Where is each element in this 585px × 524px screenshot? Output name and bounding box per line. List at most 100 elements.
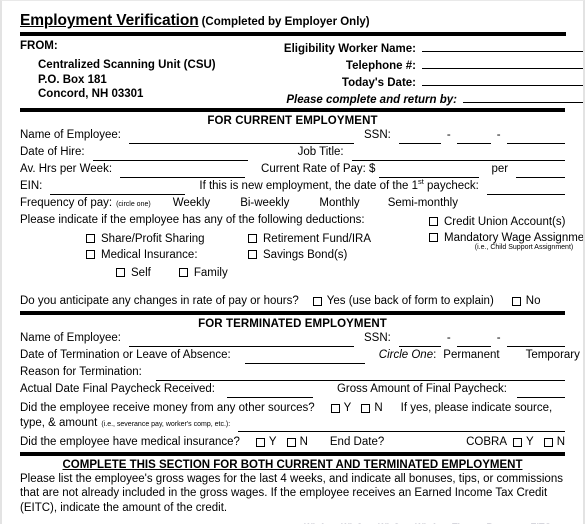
terminated-ssn-part1-input[interactable]	[398, 334, 441, 347]
from-address: Centralized Scanning Unit (CSU) P.O. Box…	[38, 58, 216, 102]
terminated-ssn-part3-input[interactable]	[506, 334, 565, 347]
telephone-label: Telephone #:	[345, 59, 416, 72]
other-sources-yes-label: Y	[343, 402, 352, 415]
ein-input[interactable]	[50, 182, 186, 195]
gross-final-paycheck-input[interactable]	[517, 385, 565, 398]
cobra-no-checkbox[interactable]	[543, 437, 553, 447]
medical-insurance-checkbox[interactable]	[86, 250, 95, 260]
current-ein-firstcheck-row: EIN: If this is new employment, the date…	[20, 178, 565, 197]
form-body: Employment Verification (Completed by Emp…	[2, 1, 583, 524]
current-hours-rate-row: Av. Hrs per Week: Current Rate of Pay: $…	[20, 163, 565, 180]
current-ssn-part3-input[interactable]	[506, 131, 565, 144]
savings-bonds-label: Savings Bond(s)	[263, 248, 348, 261]
savings-bonds-checkbox[interactable]	[248, 250, 257, 260]
credit-union-checkbox[interactable]	[429, 217, 438, 227]
first-paycheck-date-input[interactable]	[486, 182, 565, 195]
page-title-note: (Completed by Employer Only)	[201, 16, 370, 28]
end-date-label: End Date?	[329, 436, 385, 449]
deduction-savings-bonds-row[interactable]: Savings Bond(s)	[248, 247, 371, 263]
type-and-amount-row: type, & amount (i.e., severance pay, wor…	[20, 417, 565, 434]
rate-of-pay-input[interactable]	[379, 165, 480, 178]
terminated-ssn-dash-2: -	[496, 331, 501, 344]
eligibility-worker-name-input[interactable]	[422, 39, 583, 52]
anticipated-changes-yes-checkbox[interactable]	[312, 296, 322, 306]
date-of-termination-input[interactable]	[244, 351, 365, 364]
new-employment-label-tail: paycheck:	[423, 179, 479, 192]
current-ssn-dash-2: -	[496, 128, 501, 141]
current-name-ssn-row: Name of Employee: SSN: - -	[20, 129, 565, 146]
avg-hours-input[interactable]	[120, 165, 246, 178]
medical-self-checkbox[interactable]	[116, 268, 125, 278]
rate-of-pay-label: Current Rate of Pay: $	[261, 162, 376, 175]
from-po-box: P.O. Box 181	[38, 73, 107, 86]
per-label: per	[491, 162, 509, 175]
retirement-fund-ira-checkbox[interactable]	[248, 234, 257, 244]
terminated-ssn-part2-input[interactable]	[456, 334, 491, 347]
medical-insurance-no-checkbox[interactable]	[286, 437, 296, 447]
reason-for-termination-input[interactable]	[155, 368, 565, 381]
other-sources-yes-checkbox[interactable]	[330, 403, 340, 413]
type-amount-input[interactable]	[238, 419, 565, 432]
medical-insurance-yes-checkbox[interactable]	[255, 437, 265, 447]
from-city-state-zip: Concord, NH 03301	[38, 88, 144, 101]
medical-insurance-no-label: N	[299, 436, 308, 449]
todays-date-input[interactable]	[422, 73, 583, 86]
circle-one-colon: :	[433, 348, 437, 361]
type-amount-note: (i.e., severance pay, worker's comp, etc…	[101, 420, 231, 428]
header-divider-bar	[20, 107, 565, 112]
deductions-column-a: Share/Profit Sharing Medical Insurance:	[86, 231, 205, 263]
other-sources-row: Did the employee receive money from any …	[20, 400, 565, 417]
deduction-medical-insurance-row[interactable]: Medical Insurance:	[86, 247, 205, 263]
frequency-option-semimonthly[interactable]: Semi-monthly	[388, 197, 458, 209]
share-profit-sharing-checkbox[interactable]	[86, 234, 95, 244]
pay-period-input[interactable]	[516, 165, 565, 178]
other-sources-no-checkbox[interactable]	[361, 403, 371, 413]
from-org: Centralized Scanning Unit (CSU)	[38, 59, 216, 72]
current-hire-jobtitle-row: Date of Hire: Job Title:	[20, 146, 565, 163]
current-ssn-part1-input[interactable]	[398, 131, 441, 144]
date-of-hire-input[interactable]	[92, 148, 248, 161]
deductions-column-b: Retirement Fund/IRA Savings Bond(s)	[248, 231, 371, 263]
current-ssn-label: SSN:	[364, 128, 391, 141]
circle-one-temporary[interactable]: Temporary	[526, 349, 580, 361]
current-name-input[interactable]	[129, 131, 354, 144]
frequency-option-biweekly[interactable]: Bi-weekly	[240, 197, 289, 209]
current-ssn-dash-1: -	[446, 128, 451, 141]
medical-family-row[interactable]: Family	[178, 265, 228, 281]
medical-family-label: Family	[193, 266, 228, 279]
page-title: Employment Verification (Completed by Emp…	[20, 12, 565, 30]
terminated-name-ssn-row: Name of Employee: SSN: - -	[20, 332, 565, 349]
telephone-input[interactable]	[422, 56, 583, 69]
cobra-yes-label: Y	[526, 436, 534, 449]
terminated-name-input[interactable]	[129, 334, 354, 347]
deductions-prompt: Please indicate if the employee has any …	[20, 213, 365, 226]
deduction-profit-sharing-row[interactable]: Share/Profit Sharing	[86, 231, 205, 247]
mandatory-wage-assignment-checkbox[interactable]	[429, 233, 438, 243]
medical-self-row[interactable]: Self	[116, 265, 151, 281]
return-by-input[interactable]	[463, 90, 583, 103]
ein-label: EIN:	[20, 179, 43, 192]
circle-one-permanent[interactable]: Permanent	[443, 349, 499, 361]
anticipated-changes-no-checkbox[interactable]	[511, 296, 521, 306]
from-label: FROM:	[20, 39, 58, 52]
medical-family-checkbox[interactable]	[178, 268, 188, 278]
deduction-credit-union-row[interactable]: Credit Union Account(s)	[429, 214, 583, 230]
job-title-label: Job Title:	[297, 145, 344, 158]
job-title-input[interactable]	[351, 148, 565, 161]
final-paycheck-date-input[interactable]	[226, 385, 313, 398]
cobra-yes-checkbox[interactable]	[513, 437, 523, 447]
current-ssn-part2-input[interactable]	[456, 131, 491, 144]
reason-for-termination-label: Reason for Termination:	[20, 365, 142, 378]
title-divider-bar	[20, 31, 566, 36]
terminated-section-divider-bar	[20, 451, 565, 456]
final-paycheck-row: Actual Date Final Paycheck Received: Gro…	[20, 383, 565, 400]
cobra-no-label: N	[556, 436, 565, 449]
return-by-row: Please complete and return by:	[282, 90, 583, 106]
todays-date-label: Today's Date:	[341, 76, 416, 89]
reason-for-termination-row: Reason for Termination:	[20, 366, 565, 383]
medical-self-label: Self	[131, 266, 151, 279]
current-employment-section-title: FOR CURRENT EMPLOYMENT	[207, 114, 378, 127]
frequency-option-weekly[interactable]: Weekly	[173, 197, 211, 209]
frequency-option-monthly[interactable]: Monthly	[319, 197, 359, 209]
deduction-retirement-row[interactable]: Retirement Fund/IRA	[248, 231, 371, 247]
